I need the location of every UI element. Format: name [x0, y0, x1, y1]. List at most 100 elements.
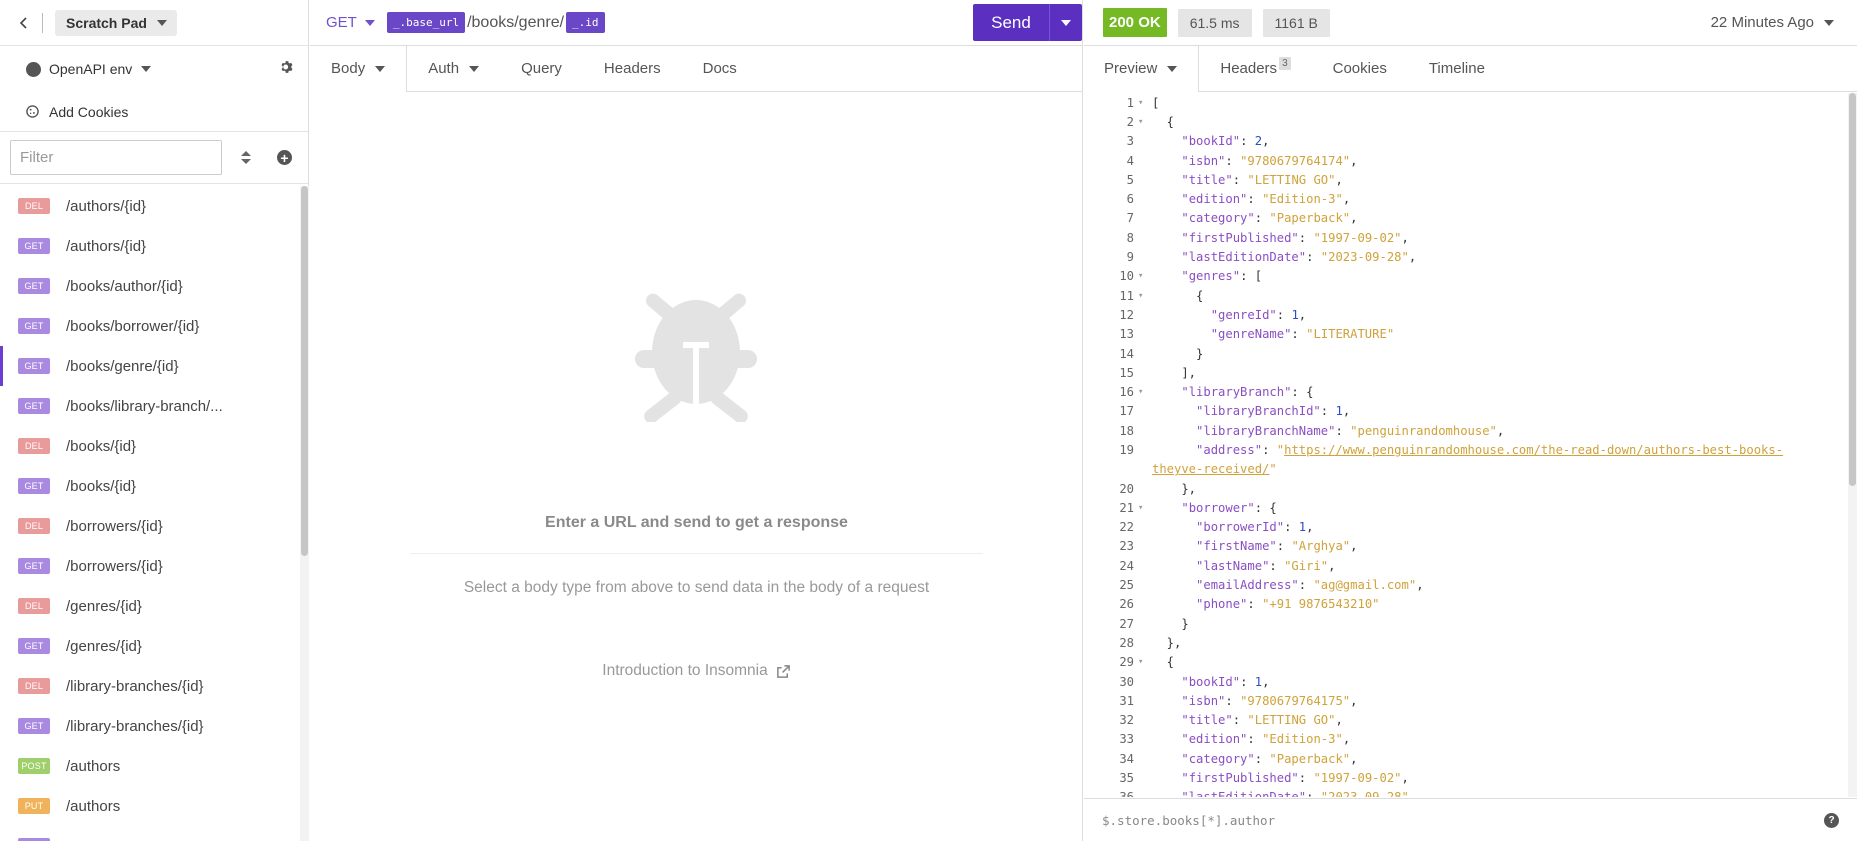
request-item[interactable]: GET/books/{id} — [0, 466, 300, 506]
tab-timeline[interactable]: Timeline — [1408, 46, 1506, 91]
code-line: 25 "emailAddress": "ag@gmail.com", — [1084, 575, 1848, 594]
request-path: /authors/{id} — [66, 237, 147, 255]
request-item[interactable]: GET/library-branches/{id} — [0, 706, 300, 746]
code-token: "libraryBranchId" — [1196, 404, 1321, 419]
code-token: : — [1247, 732, 1263, 747]
request-item[interactable]: GET/books/library-branch/... — [0, 386, 300, 426]
code-line: 36 "lastEditionDate": "2023-09-28", — [1084, 788, 1848, 797]
url-link[interactable]: https://www.penguinrandomhouse.com/the-r… — [1284, 443, 1783, 457]
scrollbar-thumb[interactable] — [301, 186, 308, 556]
tab-auth[interactable]: Auth — [407, 46, 500, 91]
tab-response-headers[interactable]: Headers 3 — [1199, 46, 1311, 91]
request-path: /authors — [66, 797, 121, 815]
tab-headers[interactable]: Headers — [583, 46, 682, 91]
scrollbar-thumb[interactable] — [1849, 93, 1856, 486]
code-token: } — [1152, 346, 1204, 361]
request-item[interactable]: GET/genres/{id} — [0, 626, 300, 666]
method-badge: GET — [18, 278, 50, 294]
method-badge: GET — [18, 558, 50, 574]
request-item[interactable]: DEL/library-branches/{id} — [0, 666, 300, 706]
tab-headers-label: Headers — [1220, 60, 1278, 77]
request-item[interactable]: GET — [0, 826, 300, 841]
request-item[interactable]: GET/authors/{id} — [0, 226, 300, 266]
request-pane: GET _.base_url /books/genre/ _.id Send B… — [310, 0, 1083, 841]
request-item[interactable]: DEL/authors/{id} — [0, 186, 300, 226]
back-chevron-icon[interactable] — [16, 15, 32, 31]
code-line: 10 ▾ "genres": [ — [1084, 267, 1848, 286]
environment-selector[interactable]: OpenAPI env — [49, 61, 132, 77]
sidebar-header: Scratch Pad — [0, 0, 308, 46]
tab-cookies[interactable]: Cookies — [1312, 46, 1408, 91]
request-item[interactable]: PUT/authors — [0, 786, 300, 826]
line-number: 6 — [1126, 192, 1134, 207]
sort-icon[interactable] — [241, 151, 251, 164]
environment-row: OpenAPI env — [0, 46, 308, 92]
sidebar-scrollbar[interactable] — [300, 186, 309, 841]
line-number: 17 — [1119, 404, 1134, 419]
url-input[interactable]: _.base_url /books/genre/ _.id — [386, 12, 605, 33]
code-line: 30 "bookId": 1, — [1084, 672, 1848, 691]
code-token: , — [1350, 539, 1358, 554]
intro-to-insomnia-link[interactable]: Introduction to Insomnia — [410, 662, 983, 680]
request-item[interactable]: DEL/genres/{id} — [0, 586, 300, 626]
response-body-viewer[interactable]: 1 ▾[2 ▾ {3 "bookId": 2,4 "isbn": "97806797… — [1084, 93, 1848, 797]
code-token: { — [1152, 655, 1175, 670]
line-number: 27 — [1119, 616, 1134, 631]
response-filter-input[interactable] — [1102, 812, 1782, 828]
line-number: 26 — [1119, 597, 1134, 612]
send-button[interactable]: Send — [973, 4, 1049, 41]
method-badge: GET — [18, 478, 50, 494]
tab-body[interactable]: Body — [310, 46, 408, 92]
url-link[interactable]: theyve-received/ — [1152, 462, 1269, 476]
request-item[interactable]: DEL/books/{id} — [0, 426, 300, 466]
add-request-button[interactable]: + — [277, 150, 292, 165]
request-item[interactable]: GET/books/genre/{id} — [0, 346, 300, 386]
fold-toggle-icon[interactable]: ▾ — [1138, 98, 1152, 108]
code-token: "isbn" — [1181, 693, 1226, 708]
gear-icon[interactable] — [280, 60, 294, 78]
filter-input[interactable] — [10, 140, 222, 175]
tab-preview[interactable]: Preview — [1084, 46, 1200, 92]
request-item[interactable]: GET/books/author/{id} — [0, 266, 300, 306]
fold-toggle-icon[interactable]: ▾ — [1138, 657, 1152, 667]
request-item[interactable]: DEL/borrowers/{id} — [0, 506, 300, 546]
chevron-down-icon[interactable] — [141, 66, 152, 72]
code-token: "address" — [1196, 442, 1263, 457]
request-item[interactable]: POST/authors — [0, 746, 300, 786]
fold-toggle-icon[interactable]: ▾ — [1138, 503, 1152, 513]
chevron-down-icon — [364, 19, 375, 26]
response-scrollbar[interactable] — [1848, 93, 1857, 797]
code-token: "firstPublished" — [1181, 771, 1299, 786]
tab-query[interactable]: Query — [500, 46, 583, 91]
fold-toggle-icon[interactable]: ▾ — [1138, 387, 1152, 397]
request-item[interactable]: GET/borrowers/{id} — [0, 546, 300, 586]
code-token: "2023-09-28" — [1321, 790, 1409, 797]
fold-toggle-icon[interactable]: ▾ — [1138, 291, 1152, 301]
method-badge: PUT — [18, 798, 50, 814]
method-dropdown[interactable]: GET — [326, 14, 375, 31]
id-variable-tag[interactable]: _.id — [566, 12, 605, 33]
code-token: , — [1416, 578, 1424, 593]
code-token: "genreName" — [1210, 327, 1292, 342]
base-url-variable-tag[interactable]: _.base_url — [386, 12, 466, 33]
history-dropdown[interactable]: 22 Minutes Ago — [1711, 14, 1834, 31]
line-number: 1 — [1126, 95, 1134, 110]
request-item[interactable]: GET/books/borrower/{id} — [0, 306, 300, 346]
request-list: DEL/authors/{id} GET/authors/{id} GET/book… — [0, 186, 300, 841]
help-icon[interactable]: ? — [1824, 812, 1839, 828]
code-token: , — [1350, 153, 1358, 168]
fold-toggle-icon[interactable]: ▾ — [1138, 271, 1152, 281]
empty-state-title: Enter a URL and send to get a response — [545, 514, 848, 531]
request-path: /books/library-branch/... — [66, 397, 223, 415]
workspace-dropdown[interactable]: Scratch Pad — [55, 9, 177, 36]
fold-toggle-icon[interactable]: ▾ — [1138, 117, 1152, 127]
add-cookies-button[interactable]: Add Cookies — [0, 92, 308, 132]
line-number: 18 — [1119, 423, 1134, 438]
send-options-button[interactable] — [1049, 4, 1082, 41]
code-token: }, — [1152, 481, 1197, 496]
code-token: } — [1152, 616, 1189, 631]
tab-docs[interactable]: Docs — [682, 46, 758, 91]
